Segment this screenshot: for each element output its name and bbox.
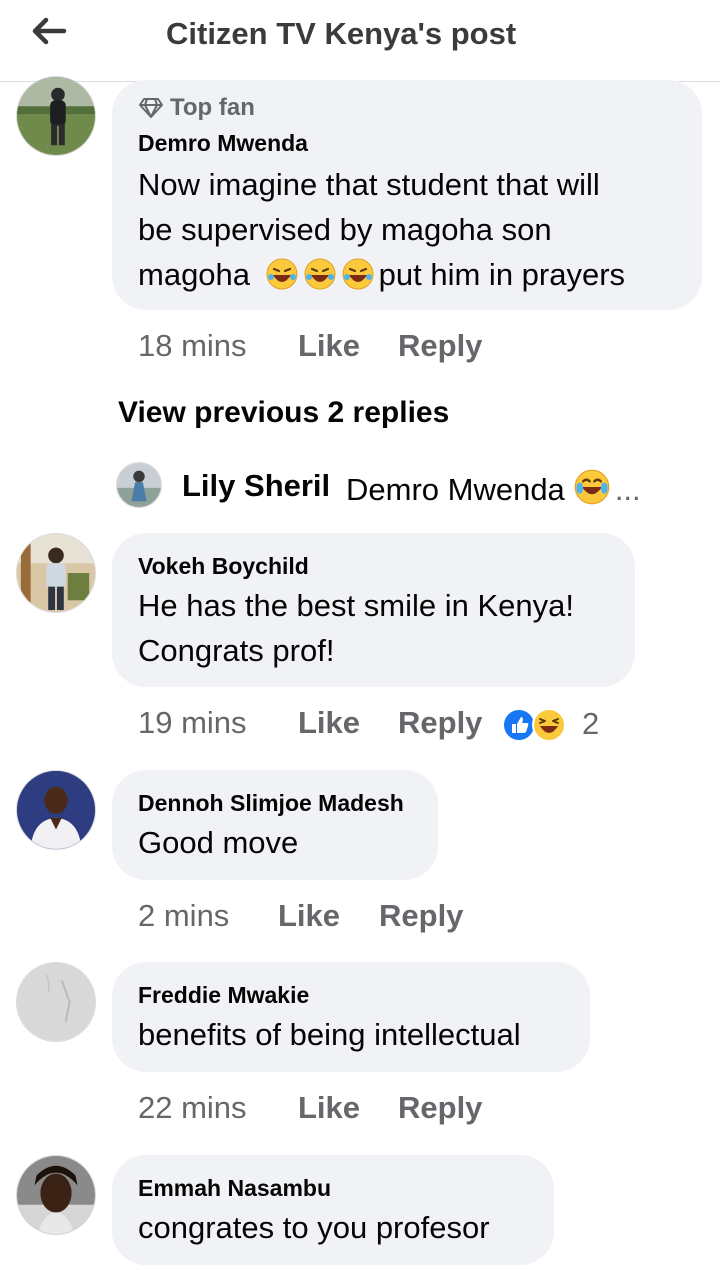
- comment-line: magoha put him in prayers: [138, 252, 625, 297]
- comment-bubble[interactable]: Emmah Nasambu congrates to you profesor: [112, 1155, 554, 1265]
- reaction-summary[interactable]: 2: [502, 706, 612, 742]
- comment-text: Now imagine that student that will be su…: [138, 162, 625, 297]
- comment-bubble[interactable]: Dennoh Slimjoe Madesh Good move: [112, 770, 438, 880]
- comment-line-suffix: put him in prayers: [378, 257, 626, 292]
- laughing-emoji-icon: [304, 258, 336, 290]
- commenter-name[interactable]: Emmah Nasambu: [138, 1175, 331, 1202]
- comment-timestamp: 19 mins: [138, 705, 247, 740]
- reply-snippet-text: Demro Mwenda: [346, 472, 565, 507]
- like-button[interactable]: Like: [298, 1090, 360, 1126]
- like-button[interactable]: Like: [298, 705, 360, 741]
- comment-line-prefix: magoha: [138, 257, 251, 292]
- comment-line: Now imagine that student that will: [138, 167, 600, 202]
- view-previous-replies-link[interactable]: View previous 2 replies: [118, 396, 449, 430]
- comment-timestamp: 2 mins: [138, 898, 230, 933]
- avatar[interactable]: [16, 533, 96, 613]
- comment-timestamp: 18 mins: [138, 328, 247, 363]
- avatar[interactable]: [16, 962, 96, 1042]
- haha-reaction-icon: [532, 708, 566, 742]
- reply-preview[interactable]: Lily Sheril Demro Mwenda...: [116, 460, 676, 510]
- comment-line: be supervised by magoha son: [138, 212, 552, 247]
- commenter-name[interactable]: Vokeh Boychild: [138, 553, 309, 580]
- avatar: [116, 462, 162, 508]
- avatar[interactable]: [16, 76, 96, 156]
- commenter-name[interactable]: Demro Mwenda: [138, 130, 308, 157]
- reply-button[interactable]: Reply: [398, 705, 482, 741]
- reply-button[interactable]: Reply: [398, 328, 482, 364]
- reaction-count: 2: [582, 706, 600, 741]
- commenter-name[interactable]: Freddie Mwakie: [138, 982, 309, 1009]
- page-title: Citizen TV Kenya's post: [166, 16, 517, 51]
- reply-author-name[interactable]: Lily Sheril: [182, 468, 330, 504]
- comment-line: Congrats prof!: [138, 633, 335, 668]
- laughing-emoji-icon: [266, 258, 298, 290]
- top-bar: Citizen TV Kenya's post: [0, 0, 720, 82]
- like-button[interactable]: Like: [298, 328, 360, 364]
- comment-bubble[interactable]: Freddie Mwakie benefits of being intelle…: [112, 962, 590, 1072]
- like-button[interactable]: Like: [278, 898, 340, 934]
- comment-line: He has the best smile in Kenya!: [138, 588, 574, 623]
- arrow-left-icon[interactable]: [28, 10, 70, 52]
- comment-text: He has the best smile in Kenya! Congrats…: [138, 583, 574, 673]
- laughing-emoji-icon: [342, 258, 374, 290]
- like-reaction-icon: [502, 708, 536, 742]
- top-fan-badge: Top fan: [138, 94, 255, 122]
- avatar[interactable]: [16, 1155, 96, 1235]
- avatar[interactable]: [16, 770, 96, 850]
- diamond-icon: [139, 98, 163, 118]
- reply-button[interactable]: Reply: [398, 1090, 482, 1126]
- comment-text: benefits of being intellectual: [138, 1017, 521, 1052]
- comment-timestamp: 22 mins: [138, 1090, 247, 1125]
- reply-button[interactable]: Reply: [379, 898, 463, 934]
- truncation-ellipsis: ...: [614, 472, 641, 507]
- badge-label: Top fan: [170, 94, 255, 121]
- comment-text: congrates to you profesor: [138, 1210, 490, 1245]
- reply-snippet: Demro Mwenda...: [346, 468, 641, 508]
- comment-bubble[interactable]: Vokeh Boychild He has the best smile in …: [112, 533, 635, 687]
- comment-text: Good move: [138, 825, 299, 860]
- comment-bubble[interactable]: Top fan Demro Mwenda Now imagine that st…: [112, 80, 702, 310]
- commenter-name[interactable]: Dennoh Slimjoe Madesh: [138, 790, 404, 817]
- tears-of-joy-emoji-icon: [574, 469, 610, 505]
